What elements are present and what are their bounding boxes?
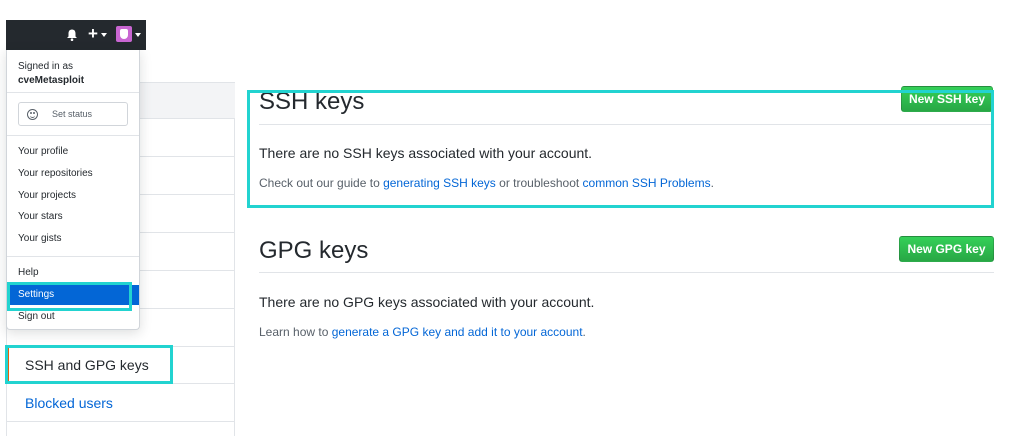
signed-in-label: Signed in as xyxy=(18,61,74,72)
avatar-icon[interactable] xyxy=(116,26,132,42)
divider xyxy=(259,272,994,273)
menu-item-your-projects[interactable]: Your projects xyxy=(7,186,139,206)
bell-icon[interactable] xyxy=(65,28,79,42)
set-status-label: Set status xyxy=(52,109,93,119)
menu-item-your-profile[interactable]: Your profile xyxy=(7,142,139,162)
generate-gpg-key-link[interactable]: generate a GPG key and add it to your ac… xyxy=(332,325,583,339)
sidebar-item-blocked-users[interactable]: Blocked users xyxy=(7,384,235,422)
username: cveMetasploit xyxy=(18,75,85,86)
new-gpg-key-button[interactable]: New GPG key xyxy=(899,236,994,262)
gpg-keys-title: GPG keys xyxy=(259,237,369,264)
divider xyxy=(7,135,139,136)
smiley-icon xyxy=(27,109,38,120)
menu-item-your-repositories[interactable]: Your repositories xyxy=(7,164,139,184)
set-status-button[interactable]: Set status xyxy=(18,102,128,126)
global-header: + xyxy=(6,20,146,50)
menu-item-help[interactable]: Help xyxy=(7,263,139,283)
chevron-down-icon xyxy=(135,33,141,37)
highlight-ssh-gpg-sidebar-item xyxy=(5,345,173,384)
divider xyxy=(7,92,139,93)
gpg-help-suffix: . xyxy=(582,325,586,339)
highlight-ssh-keys-box xyxy=(247,90,994,208)
gpg-empty-message: There are no GPG keys associated with yo… xyxy=(259,294,595,310)
gpg-help-text: Learn how to generate a GPG key and add … xyxy=(259,325,586,339)
menu-item-your-gists[interactable]: Your gists xyxy=(7,229,139,249)
highlight-settings-item xyxy=(7,282,132,311)
menu-item-your-stars[interactable]: Your stars xyxy=(7,207,139,227)
divider xyxy=(7,256,139,257)
chevron-down-icon xyxy=(101,33,107,37)
plus-icon[interactable]: + xyxy=(88,24,98,44)
gpg-help-prefix: Learn how to xyxy=(259,325,332,339)
